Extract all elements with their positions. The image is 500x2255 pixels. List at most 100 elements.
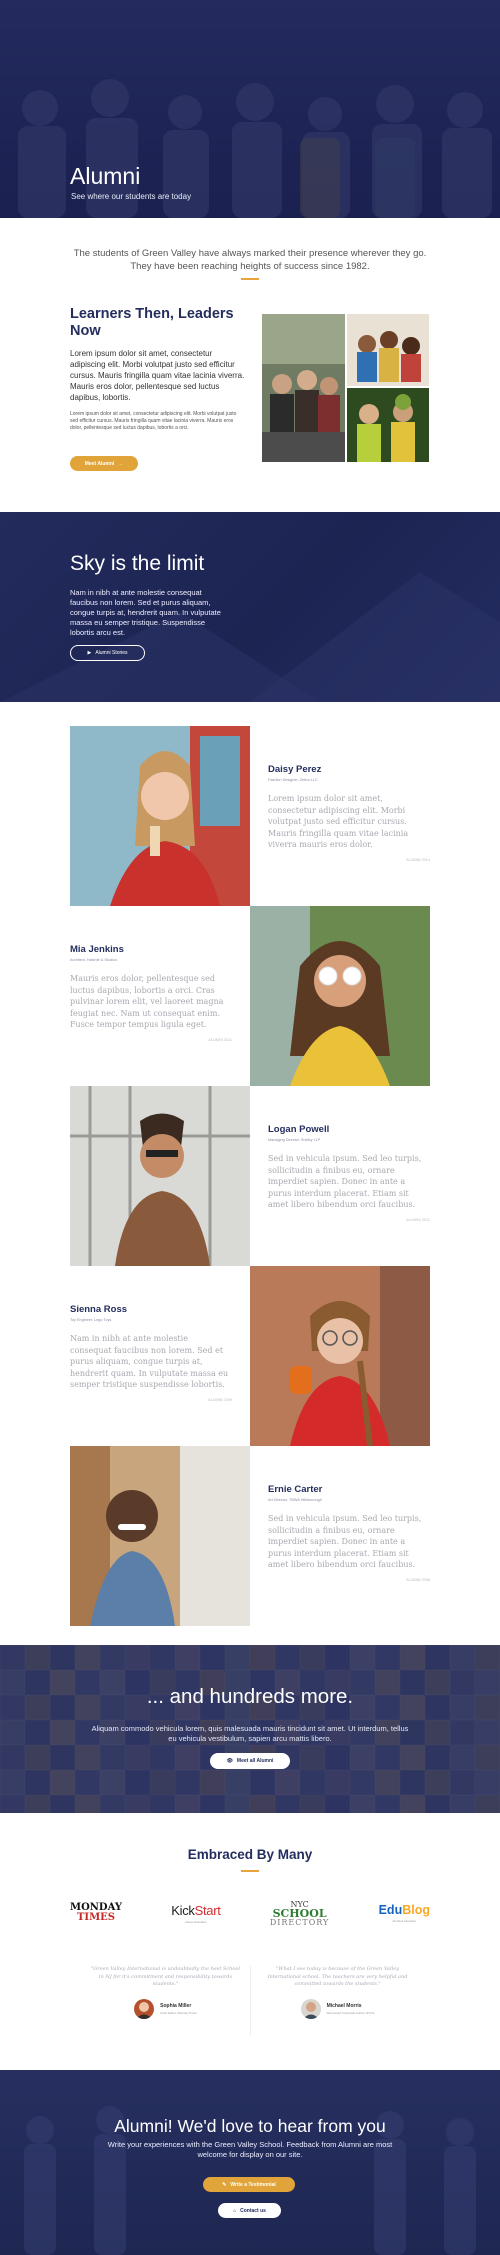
cta-background-image [24,2106,476,2255]
alumni-year: ALUMNI 2011 [406,1217,430,1222]
hundreds-title: ... and hundreds more. [146,1685,354,1708]
alumni-name: Sienna Ross [70,1304,128,1315]
testimonial-quote: "What I see today is because of the Gree… [267,1966,408,1987]
alumni-info: Mia Jenkins Architect, Hatchie & Studios… [70,906,232,1086]
intro-text: The students of Green Valley have always… [73,248,427,272]
alumni-photo [250,906,430,1086]
hero-banner: Alumni See where our students are today [0,0,500,218]
logo-text: Blog [402,1903,430,1917]
alumni-year: ALUMNI 2009 [208,1397,232,1402]
alumni-stories-label: Alumni Stories [95,650,128,656]
alumni-quote: Lorem ipsum dolor sit amet, consectetur … [268,794,409,849]
testimonial-name: Michael Morris [326,2002,362,2009]
alumni-role: Fashion Designer, Zebra LLC [268,778,318,782]
contact-us-label: Contact us [240,2207,266,2214]
edublog-logo[interactable]: EduBlog All about education [379,1903,430,1923]
alumni-photo [250,1266,430,1446]
partner-logos: MONDAY TIMES KickStart Career Education … [70,1893,430,1933]
page-subtitle: See where our students are today [71,192,192,201]
monday-times-logo[interactable]: MONDAY TIMES [70,1903,122,1923]
page-title: Alumni [70,163,141,189]
cta-body: Write your experiences with the Green Va… [107,2140,393,2159]
testimonial-divider [250,1966,251,2036]
collage-photo-group [262,314,345,462]
testimonial-role: Chief Editor, Monday Times [160,2010,197,2015]
alumni-quote: Nam in nibh at ante molestie consequat f… [70,1334,229,1389]
testimonial-name: Sophia Miller [160,2002,192,2009]
alumni-quote: Mauris eros dolor, pellentesque sed luct… [70,974,224,1029]
logo-text: DIRECTORY [269,1917,330,1927]
alumni-card: Daisy Perez Fashion Designer, Zebra LLC … [70,726,430,906]
alumni-info: Logan Powell Managing Director, Shelby L… [268,1086,430,1266]
cta-title: Alumni! We'd love to hear from you [114,2116,386,2136]
alumni-role: Architect, Hatchie & Studios [70,958,118,962]
collage-photo-kids [347,314,429,386]
sky-title: Sky is the limit [70,552,205,575]
alumni-page: Alumni See where our students are today … [0,0,500,2255]
learners-body: Lorem ipsum dolor sit amet, consectetur … [70,349,245,402]
accent-divider [241,1870,259,1872]
alumni-card: Sienna Ross Toy Engineer, Lego Toys Nam … [70,1266,430,1446]
logo-subtext: All about education [392,1919,417,1923]
alumni-role: Managing Director, Shelby LLP [268,1138,321,1142]
avatar [134,1998,155,2019]
accent-divider [241,278,259,280]
write-testimonial-button[interactable]: ✎ Write a Testimonial [203,2177,295,2192]
testimonial: "Green Valley International is undoubted… [88,1966,243,2019]
learners-title: Learners Then, Leaders Now [70,306,234,339]
alumni-name: Ernie Carter [268,1484,323,1495]
alumni-year: ALUMNI 2008 [406,1577,430,1582]
contact-cta-section: Alumni! We'd love to hear from you Write… [0,2070,500,2255]
nyc-school-directory-logo[interactable]: NYC SCHOOL DIRECTORY [270,1900,330,1927]
hundreds-more-section: ... and hundreds more. Aliquam commodo v… [0,1645,500,1813]
hundreds-body: Aliquam commodo vehicula lorem, quis mal… [91,1724,409,1743]
arrow-right-icon: → [118,460,124,467]
sky-section: Sky is the limit Nam in nibh at ante mol… [0,512,500,702]
testimonial-quote: "Green Valley International is undoubted… [90,1966,241,1987]
meet-alumni-label: Meet Alumni [84,460,115,467]
alumni-photo [70,1446,250,1626]
alumni-photo [70,1086,250,1266]
kickstart-logo[interactable]: KickStart Career Education [171,1902,221,1924]
testimonial: "What I see today is because of the Gree… [260,1966,415,2019]
sky-body: Nam in nibh at ante molestie consequat f… [70,588,221,637]
alumni-role: Art Director, TBWA Hillsborough [268,1498,322,1502]
alumni-info: Ernie Carter Art Director, TBWA Hillsbor… [268,1446,430,1626]
testimonial-author: Sophia Miller Chief Editor, Monday Times [88,1998,243,2019]
logo-text: SCHOOL [272,1906,327,1920]
meet-alumni-button[interactable]: Meet Alumni → [70,456,138,471]
alumni-card: Ernie Carter Art Director, TBWA Hillsbor… [70,1446,430,1626]
logo-text: Edu [378,1903,403,1917]
alumni-year: ALUMNI 2011 [208,1037,232,1042]
alumni-card: Mia Jenkins Architect, Hatchie & Studios… [70,906,430,1086]
meet-all-alumni-label: Meet all Alumni [236,1758,274,1764]
alumni-role: Toy Engineer, Lego Toys [70,1318,112,1322]
testimonial-role: Renowned Corporate Author, NYCS [326,2010,375,2015]
logo-text: TIMES [76,1912,116,1923]
embraced-title: Embraced By Many [187,1847,313,1862]
alumni-name: Mia Jenkins [70,944,124,955]
alumni-quote: Sed in vehicula ipsum. Sed leo turpis, s… [268,1154,422,1209]
play-icon: ▶ [87,650,92,656]
write-testimonial-label: Write a Testimonial [230,2181,276,2188]
eye-icon: 👁 [226,1758,233,1764]
alumni-stories-button[interactable]: ▶ Alumni Stories [70,645,145,661]
alumni-name: Logan Powell [268,1124,330,1135]
collage-photo-costumes [347,388,429,462]
home-icon: ⌂ [233,2207,237,2214]
alumni-quote: Sed in vehicula ipsum. Sed leo turpis, s… [268,1514,422,1569]
learners-section: Learners Then, Leaders Now Lorem ipsum d… [70,306,245,432]
contact-us-button[interactable]: ⌂ Contact us [218,2203,281,2218]
alumni-photo [70,726,250,906]
alumni-card: Logan Powell Managing Director, Shelby L… [70,1086,430,1266]
logo-text: Kick [171,1902,195,1918]
alumni-info: Sienna Ross Toy Engineer, Lego Toys Nam … [70,1266,232,1446]
alumni-year: ALUMNI 2014 [406,857,430,862]
logo-text: Start [194,1902,221,1918]
avatar [300,1998,321,2019]
pencil-icon: ✎ [222,2181,227,2188]
learners-small-text: Lorem ipsum dolor sit amet, consectetur … [70,411,237,431]
alumni-info: Daisy Perez Fashion Designer, Zebra LLC … [268,726,430,906]
testimonial-author: Michael Morris Renowned Corporate Author… [260,1998,415,2019]
meet-all-alumni-button[interactable]: 👁 Meet all Alumni [210,1753,290,1769]
